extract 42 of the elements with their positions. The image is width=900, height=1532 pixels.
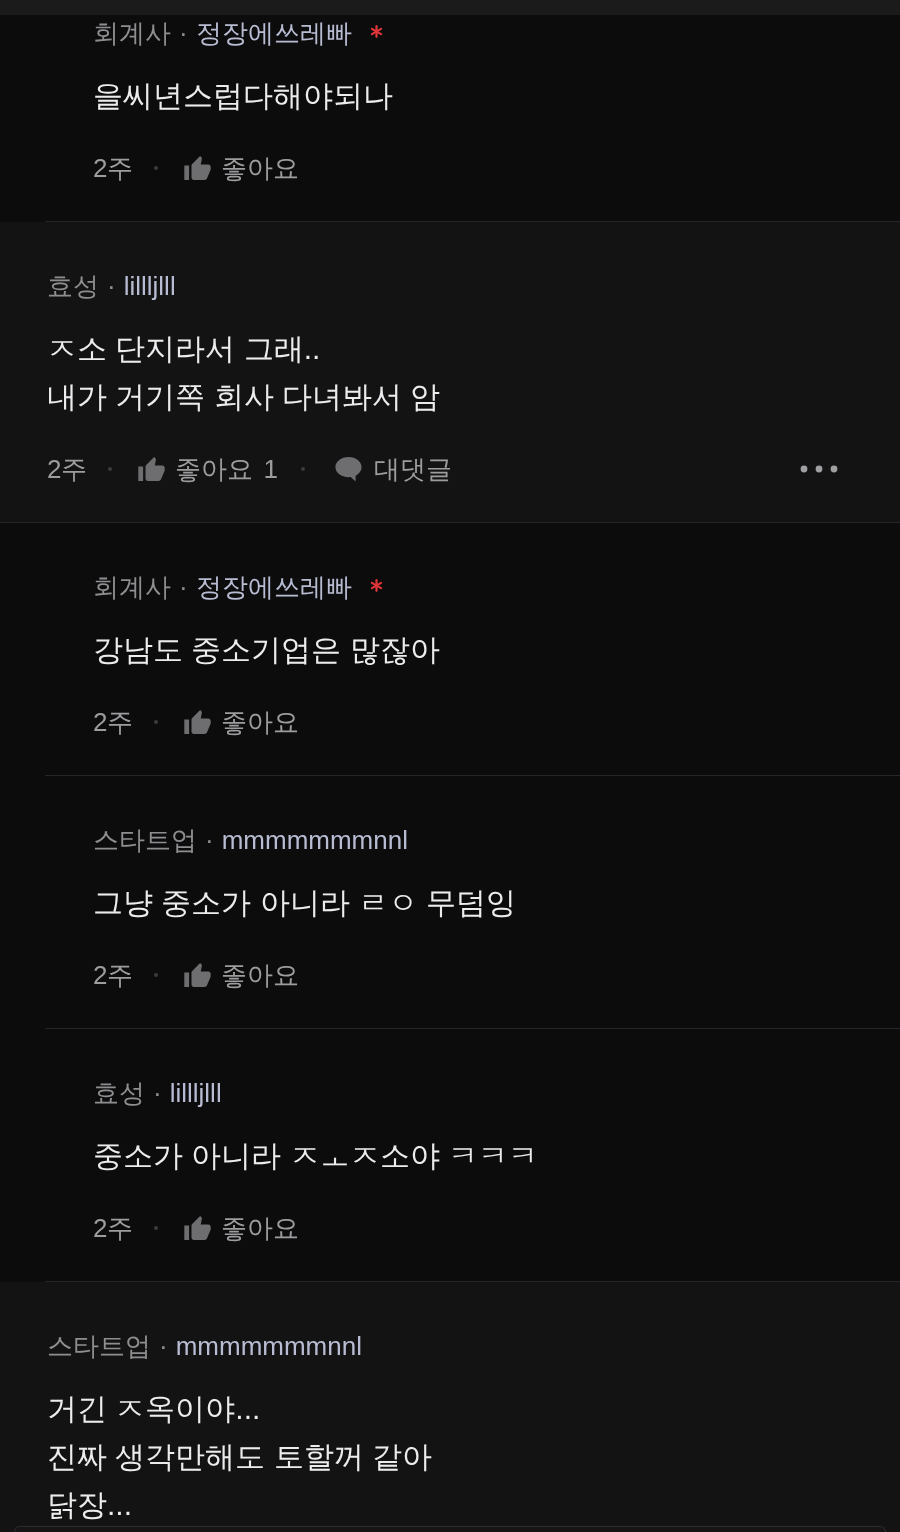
separator: · [205, 824, 214, 856]
more-button[interactable] [800, 465, 838, 473]
separator: · [107, 270, 116, 302]
like-button[interactable]: 좋아요 [184, 959, 300, 991]
comment-text: 중소가 아니라 ㅈㅗㅈ소야 ㅋㅋㅋ [93, 1138, 538, 1174]
timestamp: 2주 [93, 152, 134, 184]
company-name: 효성 [93, 1077, 145, 1109]
nickname: lillljlll [123, 270, 176, 302]
like-button[interactable]: 좋아요 [184, 706, 300, 738]
like-button[interactable]: 좋아요 1 [138, 453, 278, 485]
separator: · [153, 1077, 162, 1109]
company-name: 스타트업 [93, 824, 197, 856]
nickname: 정장에쓰레빠 [195, 571, 352, 603]
timestamp: 2주 [47, 453, 88, 485]
separator: · [159, 1330, 168, 1362]
comment-text: 강남도 중소기업은 많잖아 [93, 632, 440, 668]
nickname: lillljlll [169, 1077, 222, 1109]
nickname: 정장에쓰레빠 [195, 17, 352, 49]
nickname: mmmmmmmnnl [175, 1330, 362, 1362]
speech-bubble-icon [334, 456, 362, 482]
comment-text: 그냥 중소가 아니라 ㄹㅇ 무덤잉 [93, 885, 517, 921]
comment-text: 거긴 ㅈ옥이야... 진짜 생각만해도 토할꺼 같아 닭장... [47, 1391, 432, 1523]
thumbs-up-icon [184, 963, 212, 987]
timestamp: 2주 [93, 959, 134, 991]
thumbs-up-icon [184, 710, 212, 734]
company-name: 회계사 [93, 17, 171, 49]
separator: · [179, 571, 188, 603]
comment-text: ㅈ소 단지라서 그래.. 내가 거기쪽 회사 다녀봐서 암 [47, 331, 441, 415]
company-name: 회계사 [93, 571, 171, 603]
timestamp: 2주 [93, 1212, 134, 1244]
nickname: mmmmmmmnnl [221, 824, 408, 856]
thumbs-up-icon [184, 156, 212, 180]
company-name: 효성 [47, 270, 99, 302]
thumbs-up-icon [184, 1216, 212, 1240]
like-button[interactable]: 좋아요 [184, 1212, 300, 1244]
comment-text: 을씨년스럽다해야되나 [93, 78, 393, 114]
thumbs-up-icon [138, 457, 166, 481]
separator: · [179, 17, 188, 49]
like-button[interactable]: 좋아요 [184, 152, 300, 184]
timestamp: 2주 [93, 706, 134, 738]
reply-button[interactable]: 대댓글 [334, 453, 452, 485]
company-name: 스타트업 [47, 1330, 151, 1362]
